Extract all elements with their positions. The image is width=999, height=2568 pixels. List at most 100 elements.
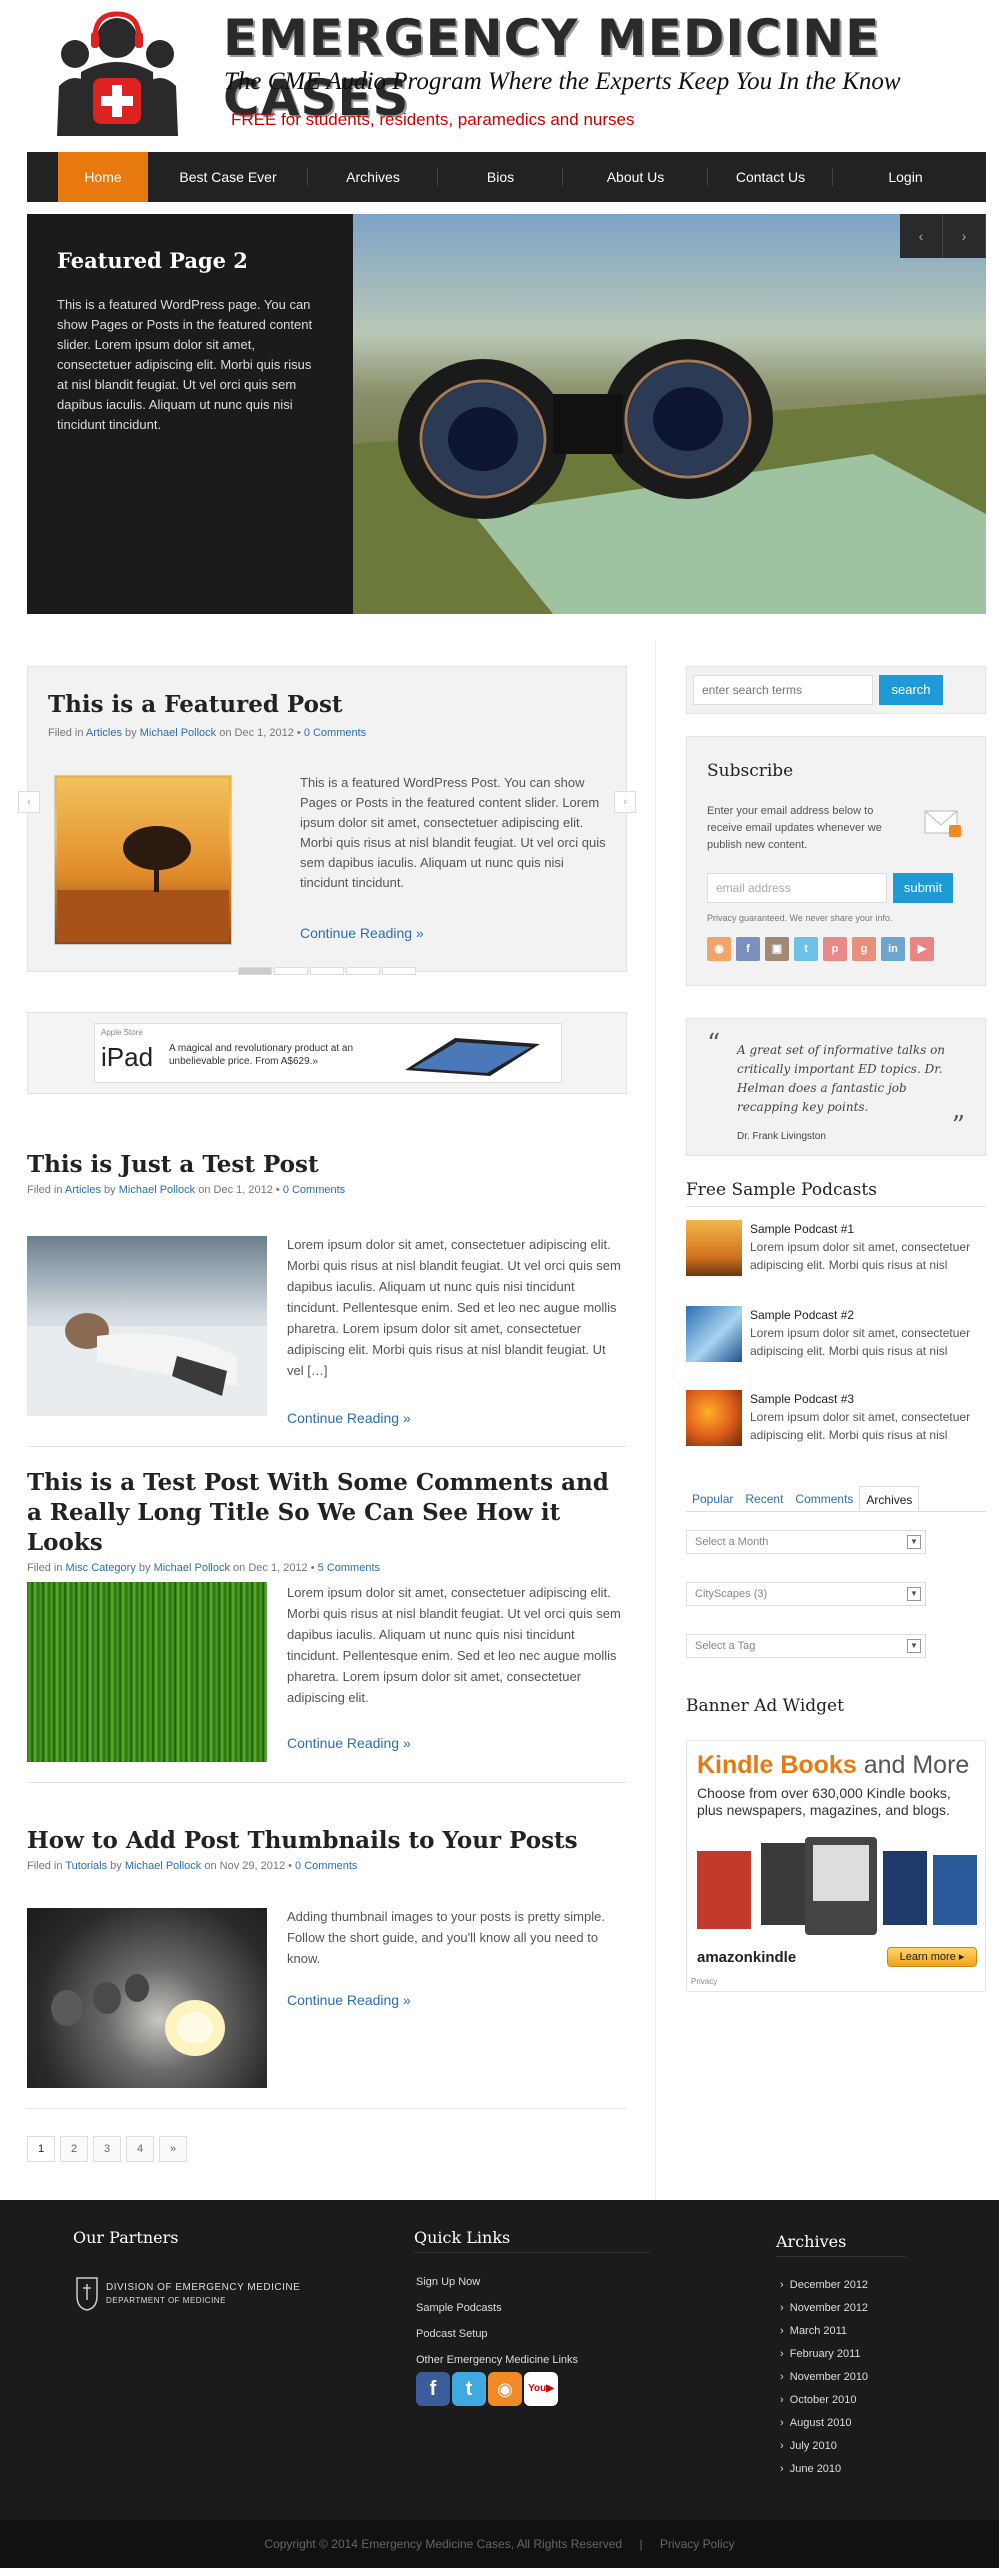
facebook-icon[interactable]: f	[416, 2372, 450, 2406]
month-select[interactable]: Select a Month ▼	[686, 1530, 926, 1554]
post-date: on Dec 1, 2012 •	[198, 1184, 280, 1196]
podcast-item[interactable]: Sample Podcast #1 Lorem ipsum dolor sit …	[686, 1220, 986, 1276]
podcast-item[interactable]: Sample Podcast #3 Lorem ipsum dolor sit …	[686, 1390, 986, 1446]
post-title[interactable]: How to Add Post Thumbnails to Your Posts	[27, 1826, 627, 1856]
continue-reading-link[interactable]: Continue Reading »	[287, 1735, 411, 1751]
continue-reading-link[interactable]: Continue Reading »	[287, 1410, 411, 1426]
ipad-ad[interactable]: Apple Store iPad A magical and revolutio…	[94, 1023, 562, 1083]
ad-privacy-link[interactable]: Privacy	[691, 1977, 717, 1986]
pager-dot[interactable]	[274, 967, 308, 975]
pager-dot[interactable]	[238, 967, 272, 975]
post-thumbnail[interactable]	[27, 1908, 267, 2088]
footer-link[interactable]: Sample Podcasts	[416, 2302, 502, 2314]
submit-button[interactable]: submit	[893, 873, 953, 903]
featured-next-button[interactable]: ›	[614, 791, 636, 813]
archive-link[interactable]: › February 2011	[780, 2343, 868, 2366]
learn-more-button[interactable]: Learn more ▸	[887, 1947, 977, 1967]
podcast-title[interactable]: Sample Podcast #2	[750, 1308, 854, 1322]
category-link[interactable]: Articles	[86, 727, 122, 739]
nav-bios[interactable]: Bios	[438, 152, 563, 202]
category-link[interactable]: Tutorials	[65, 1860, 107, 1872]
tab-recent[interactable]: Recent	[739, 1486, 789, 1511]
archive-link[interactable]: › November 2012	[780, 2297, 868, 2320]
privacy-policy-link[interactable]: Privacy Policy	[660, 2537, 735, 2551]
slide-title[interactable]: Featured Page 2	[57, 248, 323, 273]
footer-link[interactable]: Other Emergency Medicine Links	[416, 2354, 578, 2366]
twitter-icon[interactable]: t	[452, 2372, 486, 2406]
next-page-link[interactable]: »	[159, 2136, 187, 2162]
nav-home[interactable]: Home	[58, 152, 148, 202]
kindle-books-image	[697, 1837, 977, 1935]
category-link[interactable]: Misc Category	[66, 1562, 136, 1574]
search-input[interactable]	[693, 675, 873, 705]
comments-link[interactable]: 0 Comments	[304, 727, 366, 739]
linkedin-icon[interactable]: in	[881, 937, 905, 961]
nav-best-case-ever[interactable]: Best Case Ever	[148, 152, 308, 202]
podcast-title[interactable]: Sample Podcast #1	[750, 1222, 854, 1236]
tag-select[interactable]: Select a Tag ▼	[686, 1634, 926, 1658]
rss-icon[interactable]: ◉	[488, 2372, 522, 2406]
archive-link[interactable]: › October 2010	[780, 2389, 868, 2412]
category-select[interactable]: CityScapes (3) ▼	[686, 1582, 926, 1606]
page-1-link[interactable]: 1	[27, 2136, 55, 2162]
pinterest-icon[interactable]: p	[823, 937, 847, 961]
author-link[interactable]: Michael Pollock	[125, 1860, 201, 1872]
archive-link[interactable]: › December 2012	[780, 2274, 868, 2297]
kindle-banner-ad[interactable]: Kindle Books and More Choose from over 6…	[686, 1740, 986, 1992]
archive-link[interactable]: › July 2010	[780, 2435, 868, 2458]
continue-reading-link[interactable]: Continue Reading »	[287, 1992, 411, 2008]
page-4-link[interactable]: 4	[126, 2136, 154, 2162]
youtube-icon[interactable]: ▶	[910, 937, 934, 961]
comments-link[interactable]: 0 Comments	[295, 1860, 357, 1872]
search-widget: search	[686, 666, 986, 714]
podcast-title[interactable]: Sample Podcast #3	[750, 1392, 854, 1406]
tab-archives[interactable]: Archives	[859, 1486, 920, 1511]
post-thumbnail[interactable]	[27, 1236, 267, 1416]
category-link[interactable]: Articles	[65, 1184, 101, 1196]
tab-popular[interactable]: Popular	[686, 1486, 739, 1511]
instagram-icon[interactable]: ▣	[765, 937, 789, 961]
author-link[interactable]: Michael Pollock	[140, 727, 216, 739]
nav-login[interactable]: Login	[833, 152, 978, 202]
footer-link[interactable]: Sign Up Now	[416, 2276, 480, 2288]
comments-link[interactable]: 5 Comments	[318, 1562, 380, 1574]
slider-next-button[interactable]: ›	[943, 214, 986, 258]
featured-prev-button[interactable]: ‹	[18, 791, 40, 813]
pager-dot[interactable]	[382, 967, 416, 975]
google-plus-icon[interactable]: g	[852, 937, 876, 961]
page-3-link[interactable]: 3	[93, 2136, 121, 2162]
nav-contact-us[interactable]: Contact Us	[708, 152, 833, 202]
search-button[interactable]: search	[879, 675, 943, 705]
partner-line-1[interactable]: DIVISION OF EMERGENCY MEDICINE	[106, 2282, 300, 2293]
pager-dot[interactable]	[310, 967, 344, 975]
post-title[interactable]: This is Just a Test Post	[27, 1150, 627, 1180]
post-thumbnail[interactable]	[27, 1582, 267, 1762]
podcast-item[interactable]: Sample Podcast #2 Lorem ipsum dolor sit …	[686, 1306, 986, 1362]
continue-reading-link[interactable]: Continue Reading »	[300, 925, 424, 941]
facebook-icon[interactable]: f	[736, 937, 760, 961]
archive-link[interactable]: › November 2010	[780, 2366, 868, 2389]
pager-dot[interactable]	[346, 967, 380, 975]
author-link[interactable]: Michael Pollock	[154, 1562, 230, 1574]
rss-icon[interactable]: ◉	[707, 937, 731, 961]
author-link[interactable]: Michael Pollock	[119, 1184, 195, 1196]
archive-link[interactable]: › August 2010	[780, 2412, 868, 2435]
nav-archives[interactable]: Archives	[308, 152, 438, 202]
email-field[interactable]: email address	[707, 873, 887, 903]
archive-link[interactable]: › June 2010	[780, 2458, 868, 2481]
featured-post-title[interactable]: This is a Featured Post	[48, 691, 343, 718]
post-title[interactable]: This is a Test Post With Some Comments a…	[27, 1468, 627, 1558]
featured-post-thumbnail[interactable]	[54, 775, 232, 945]
nav-about-us[interactable]: About Us	[563, 152, 708, 202]
tabbed-widget-tabs: Popular Recent Comments Archives	[686, 1486, 986, 1512]
slider-prev-button[interactable]: ‹	[900, 214, 943, 258]
nav-label: Archives	[346, 169, 400, 185]
tab-comments[interactable]: Comments	[789, 1486, 859, 1511]
footer-link[interactable]: Podcast Setup	[416, 2328, 488, 2340]
logo-icon[interactable]	[55, 8, 180, 136]
comments-link[interactable]: 0 Comments	[283, 1184, 345, 1196]
page-2-link[interactable]: 2	[60, 2136, 88, 2162]
twitter-icon[interactable]: t	[794, 937, 818, 961]
youtube-icon[interactable]: You▶	[524, 2372, 558, 2406]
archive-link[interactable]: › March 2011	[780, 2320, 868, 2343]
